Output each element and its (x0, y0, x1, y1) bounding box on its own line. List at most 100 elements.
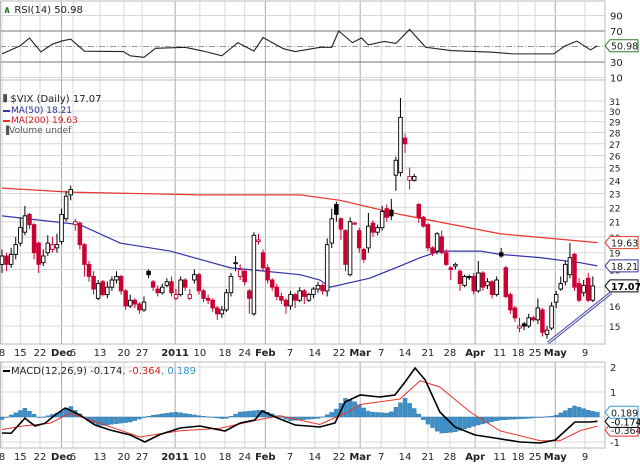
date-tick-label: 18 (512, 452, 525, 463)
date-tick-label: Apr (465, 452, 485, 463)
date-tick-label: 7 (287, 452, 293, 463)
date-tick-label: 20 (117, 452, 130, 463)
macd-histogram-bar (366, 410, 371, 418)
macd-histogram-bar (215, 416, 220, 419)
candle-body (150, 281, 156, 288)
macd-line (1, 366, 598, 444)
date-tick-label: 8 (0, 348, 5, 359)
macd-histogram-bar (357, 404, 362, 418)
ma200-legend-text: MA(200) 19.63 (11, 116, 78, 126)
candle-body (118, 275, 124, 292)
candle-body (402, 137, 408, 145)
candle-body (338, 218, 344, 230)
price-tick-label: 19 (609, 250, 621, 260)
candle-body (457, 270, 463, 285)
candle-body (352, 222, 357, 225)
candle-body (178, 279, 183, 296)
macd-histogram-bar (196, 415, 202, 418)
price-tick-label: 15 (609, 323, 620, 333)
macd-legend-text: MACD(12,26,9) -0.174 (11, 366, 123, 377)
candle-body (563, 263, 568, 283)
candle-body (219, 309, 225, 315)
candle-body (320, 284, 325, 292)
ma50-legend: MA(50) 18.21 (3, 106, 72, 116)
macd-histogram-bar (586, 409, 591, 418)
macd-histogram-bar (251, 410, 257, 418)
date-tick-label: 22 (333, 348, 346, 359)
date-tick-label: 13 (94, 452, 107, 463)
price-legend-text: $VIX (Daily) 17.07 (10, 94, 102, 105)
candle-body (224, 292, 229, 311)
signal-line (1, 380, 598, 442)
candle-body (485, 281, 490, 286)
date-tick-label: May (544, 452, 567, 463)
candle-body (471, 275, 476, 292)
candle-body (315, 284, 321, 290)
macd-histogram-bar (182, 413, 188, 418)
macd-histogram-bar (553, 415, 559, 418)
candle-body (45, 242, 51, 254)
candle-icon: ⫴ (3, 94, 8, 105)
date-tick-label: 27 (136, 452, 149, 463)
macd-histogram-bar (114, 416, 119, 424)
macd-histogram-bar (526, 416, 531, 419)
macd-histogram-bar (379, 412, 385, 418)
macd-histogram-bar (155, 414, 160, 418)
candle-body (18, 227, 23, 244)
value-tag-text: 0.189 (611, 408, 638, 419)
candle-body (13, 244, 18, 255)
macd-histogram-bar (150, 415, 156, 418)
candle-body (210, 299, 215, 309)
candle-body (526, 317, 531, 327)
price-tick-label: 16 (609, 303, 621, 313)
candle-body (379, 211, 385, 229)
price-tick-label: 23 (609, 190, 620, 200)
candle-body (251, 234, 257, 315)
candle-body (398, 116, 403, 174)
candle-body (228, 275, 234, 294)
ma50-line (1, 215, 598, 288)
macd-histogram-bar (201, 416, 206, 418)
candle-body (155, 288, 160, 294)
candle-body (63, 195, 69, 220)
macd-histogram-bar (412, 408, 417, 418)
candle-body (416, 204, 422, 218)
candle-body (512, 307, 518, 319)
macd-histogram-bar (137, 416, 142, 420)
candle-body (288, 294, 293, 307)
rsi-tick-label: 10 (610, 74, 623, 85)
candle-body (366, 225, 371, 249)
macd-histogram-bar (41, 416, 46, 418)
macd-histogram-bar (18, 410, 23, 418)
macd-histogram-bar (407, 403, 412, 418)
candle-body (242, 270, 247, 283)
candle-body (476, 272, 481, 292)
candle-body (503, 267, 509, 297)
candle-body (444, 252, 449, 265)
candle-body (393, 159, 399, 176)
candle-body (576, 283, 582, 301)
macd-histogram-bar (361, 407, 367, 418)
candle-body (572, 253, 577, 288)
macd-histogram-bar (242, 411, 247, 418)
macd-histogram-bar (494, 416, 499, 421)
candle-body (141, 301, 147, 311)
candle-body (430, 247, 435, 254)
price-tick-label: 21 (609, 219, 620, 229)
macd-histogram-bar (192, 414, 197, 418)
macd-histogram-bar (462, 416, 467, 430)
date-tick-label: 24 (238, 452, 251, 463)
macd-histogram-bar (576, 406, 582, 418)
macd-histogram-bar (508, 416, 513, 420)
candle-body (581, 284, 586, 294)
candle-body (105, 286, 110, 296)
macd-histogram-bar (146, 415, 151, 418)
date-tick-label: 6 (70, 348, 76, 359)
panel-border (0, 79, 606, 345)
volume-legend-text: Volume undef (9, 126, 72, 136)
date-tick-label: 14 (308, 348, 321, 359)
macd-histogram-bar (549, 415, 554, 418)
candle-body (384, 208, 389, 218)
panel-border (0, 0, 606, 81)
macd-histogram-bar (164, 413, 170, 418)
